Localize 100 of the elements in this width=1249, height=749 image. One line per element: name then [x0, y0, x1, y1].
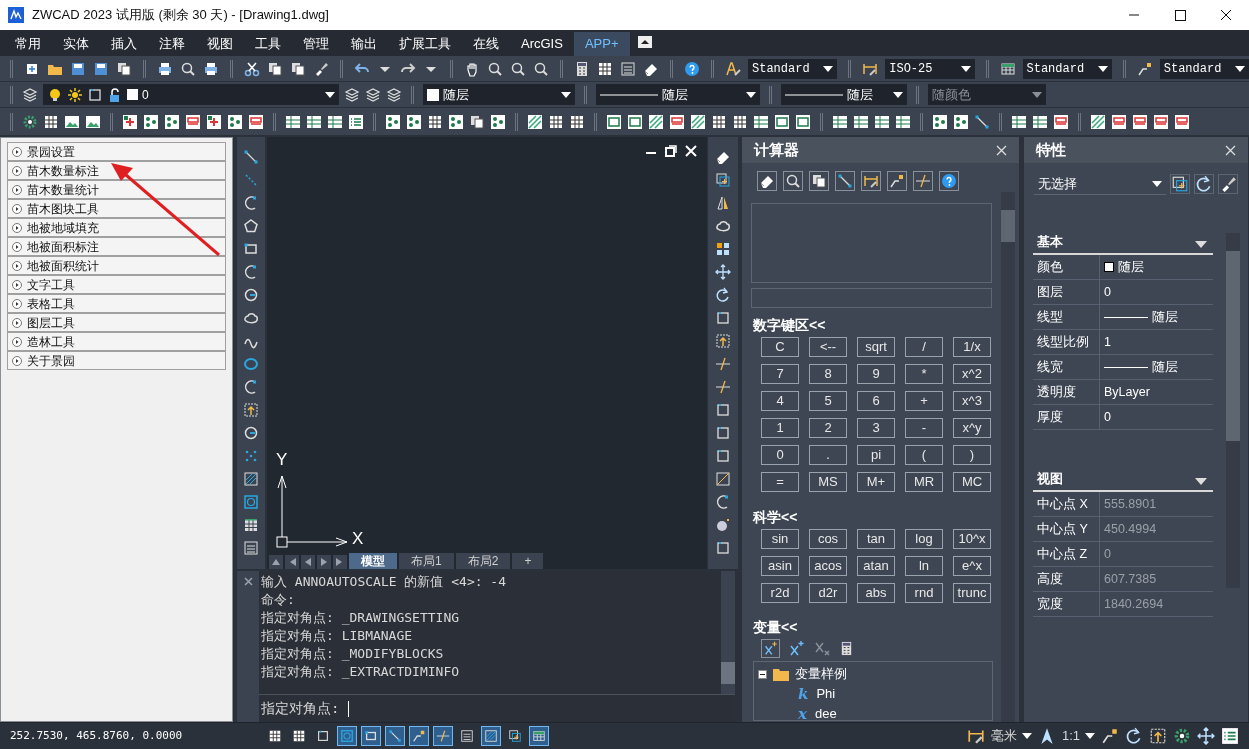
copy-icon[interactable] [469, 113, 485, 130]
hatched-tile-icon[interactable] [648, 113, 664, 130]
calculator-key[interactable]: 10^x [953, 529, 991, 549]
calculator-key[interactable]: ) [953, 445, 991, 465]
stacked-bars-icon[interactable] [1111, 113, 1127, 130]
text-page-icon[interactable] [620, 60, 636, 77]
property-dropdown[interactable]: 随层 [596, 84, 760, 105]
first-page-icon[interactable] [285, 555, 299, 569]
circle-in-square-icon[interactable] [243, 494, 259, 510]
sheet-icon[interactable] [895, 113, 911, 130]
magnifier-icon[interactable] [510, 60, 526, 77]
sheet-icon[interactable] [753, 113, 769, 130]
grid-icon[interactable] [711, 113, 727, 130]
leader-icon[interactable] [1101, 727, 1119, 745]
calculator-key[interactable]: trunc [953, 583, 991, 603]
property-value[interactable]: ByLayer [1100, 380, 1213, 404]
stacked-bars-icon[interactable] [1153, 113, 1169, 130]
calculator-key[interactable]: sin [761, 529, 799, 549]
leader-icon[interactable] [1136, 60, 1153, 77]
hatch-icon[interactable] [243, 471, 259, 487]
rotate-icon[interactable] [1194, 174, 1214, 194]
calculator-key[interactable]: M+ [857, 472, 895, 492]
move-arrows-icon[interactable] [1197, 727, 1215, 745]
table-icon[interactable] [529, 726, 549, 746]
rotate-icon[interactable] [715, 287, 731, 303]
scale-dropdown[interactable]: 1:1 [1061, 726, 1095, 746]
leader-icon[interactable] [409, 726, 429, 746]
table-icon[interactable] [999, 60, 1016, 77]
line-icon[interactable] [243, 149, 259, 165]
calculator-key[interactable]: MS [809, 472, 847, 492]
pen-letter-icon[interactable] [725, 60, 741, 77]
calculator-icon[interactable] [839, 641, 854, 656]
arc-icon[interactable] [715, 494, 731, 510]
mirror-triangles-icon[interactable] [715, 195, 731, 211]
calculator-key[interactable]: acos [809, 556, 847, 576]
ribbon-tab[interactable]: 实体 [52, 32, 100, 56]
cloud-icon[interactable] [715, 218, 731, 234]
sheet-icon[interactable] [874, 113, 890, 130]
nodes-icon[interactable] [227, 113, 243, 130]
gear-icon[interactable] [1173, 727, 1191, 745]
help-icon[interactable] [684, 60, 700, 77]
copy-icon[interactable] [116, 60, 132, 77]
hatched-tile-icon[interactable] [1090, 113, 1106, 130]
copy-icon[interactable] [290, 60, 306, 77]
rectangle-icon[interactable] [361, 726, 381, 746]
ribbon-tab[interactable]: APP+ [573, 32, 630, 56]
cloud-icon[interactable] [243, 310, 259, 326]
grid-icon[interactable] [732, 113, 748, 130]
calculator-key[interactable]: x^3 [953, 391, 991, 411]
tree-item[interactable]: Phi [816, 684, 836, 704]
calculator-key[interactable]: 4 [761, 391, 799, 411]
property-value[interactable]: 随层 [1100, 305, 1213, 329]
style-dropdown[interactable]: Standard [748, 58, 838, 79]
magnifier-icon[interactable] [180, 60, 196, 77]
eraser-icon[interactable] [715, 149, 731, 165]
stacked-bars-icon[interactable] [669, 113, 685, 130]
picture-icon[interactable] [85, 113, 101, 130]
cut-line-icon[interactable] [715, 379, 731, 395]
next-icon[interactable] [317, 555, 331, 569]
layers-icon[interactable] [344, 86, 360, 103]
calculator-key[interactable]: 2 [809, 418, 847, 438]
grid-icon[interactable] [597, 60, 613, 77]
style-dropdown[interactable]: ISO-25 [885, 58, 975, 79]
ribbon-tab[interactable]: 工具 [244, 32, 292, 56]
previous-icon[interactable] [301, 555, 315, 569]
list-icon[interactable] [348, 113, 364, 130]
palette-item[interactable]: 图层工具 [7, 313, 226, 332]
calculator-key[interactable]: 9 [857, 364, 895, 384]
calculator-icon[interactable] [574, 60, 590, 77]
drawing-canvas[interactable]: Y X 模型 布局1 布局2 + [267, 137, 707, 569]
calculator-key[interactable]: 3 [857, 418, 895, 438]
ribbon-tab[interactable]: 管理 [292, 32, 340, 56]
calculator-key[interactable]: e^x [953, 556, 991, 576]
property-value[interactable]: 555.8901 [1100, 492, 1213, 516]
scissors-icon[interactable] [244, 60, 260, 77]
tree-item[interactable]: 变量样例 [795, 664, 847, 684]
leader-icon[interactable] [889, 173, 905, 189]
corner-box-icon[interactable] [715, 448, 731, 464]
arrow-box-icon[interactable] [1149, 727, 1167, 745]
ribbon-tab[interactable]: 视图 [196, 32, 244, 56]
area-tile-icon[interactable] [774, 113, 790, 130]
calculator-key[interactable]: rnd [905, 583, 943, 603]
area-tile-icon[interactable] [606, 113, 622, 130]
palette-item[interactable]: 地被地域填充 [7, 218, 226, 237]
layers-icon[interactable] [22, 86, 38, 103]
arrow-box-icon[interactable] [715, 333, 731, 349]
calculator-key[interactable]: * [905, 364, 943, 384]
section-title[interactable]: 科学<< [753, 507, 993, 528]
scroll-up-icon[interactable] [269, 555, 283, 569]
grid-icon[interactable] [548, 113, 564, 130]
nodes-icon[interactable] [953, 113, 969, 130]
group-header[interactable]: 视图 [1033, 470, 1213, 492]
hatched-tile-icon[interactable] [690, 113, 706, 130]
calculator-key[interactable]: x^y [953, 418, 991, 438]
calculator-key[interactable]: asin [761, 556, 799, 576]
palette-item[interactable]: 文字工具 [7, 275, 226, 294]
property-value[interactable]: 607.7385 [1100, 567, 1213, 591]
calculator-key[interactable]: ( [905, 445, 943, 465]
squares-icon[interactable] [715, 241, 731, 257]
palette-item[interactable]: 造林工具 [7, 332, 226, 351]
